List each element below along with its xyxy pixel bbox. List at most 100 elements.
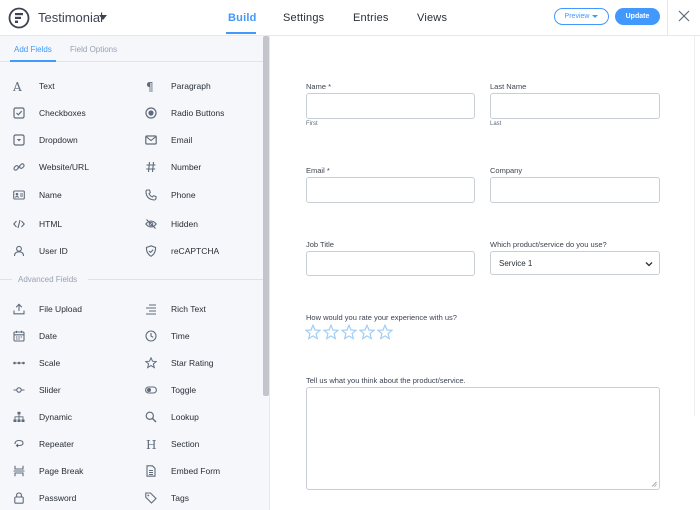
dropdown-icon [13,134,25,146]
company-input[interactable] [490,177,660,203]
field-user-id[interactable]: User ID [13,243,68,259]
field-name[interactable]: Name [13,187,62,203]
job-title-field-label: Job Title [306,240,334,249]
calendar-icon [13,330,25,342]
user-icon [13,245,25,257]
sidebar: Add Fields Field Options A Text ¶ Paragr… [0,36,270,510]
divider [88,279,263,280]
tags-icon [145,492,157,504]
svg-text:¶: ¶ [146,80,154,92]
feedback-textarea[interactable] [306,387,660,490]
link-icon [13,163,25,171]
star-icon[interactable] [341,324,357,340]
chevron-down-icon[interactable] [99,15,107,20]
tab-views[interactable]: Views [417,12,447,24]
rating-field-label: How would you rate your experience with … [306,313,457,322]
field-repeater[interactable]: Repeater [13,436,74,452]
field-label: Dynamic [39,412,73,422]
last-name-input[interactable] [490,93,660,119]
field-label: Section [171,439,200,449]
field-label: Password [39,493,77,503]
repeat-icon [14,439,24,448]
field-label: Paragraph [171,81,211,91]
field-number[interactable]: Number [145,159,201,175]
star-icon[interactable] [305,324,321,340]
field-paragraph[interactable]: ¶ Paragraph [145,78,211,94]
page-break-icon [13,465,25,477]
svg-text:A: A [13,80,22,92]
field-html[interactable]: HTML [13,216,62,232]
field-radio-buttons[interactable]: Radio Buttons [145,105,224,121]
update-button[interactable]: Update [615,8,660,25]
star-icon[interactable] [359,324,375,340]
advanced-fields-title: Advanced Fields [18,275,78,284]
tab-field-options[interactable]: Field Options [70,45,117,54]
sidebar-scrollbar[interactable] [263,36,269,396]
tab-add-fields[interactable]: Add Fields [14,45,52,54]
field-label: User ID [39,246,68,256]
field-checkboxes[interactable]: Checkboxes [13,105,86,121]
field-recaptcha[interactable]: reCAPTCHA [145,243,219,259]
field-section[interactable]: H Section [145,436,199,452]
field-tags[interactable]: Tags [145,490,189,506]
field-label: Radio Buttons [171,108,225,118]
paragraph-icon: ¶ [146,80,154,92]
field-label: Hidden [171,219,198,229]
field-text[interactable]: A Text [13,78,55,94]
field-scale[interactable]: Scale [13,355,60,371]
clock-icon [145,330,157,342]
field-website-url[interactable]: Website/URL [13,159,89,175]
hash-icon [146,161,156,173]
tab-build[interactable]: Build [228,12,257,24]
star-icon[interactable] [377,324,393,340]
formidable-logo-icon[interactable] [8,7,30,29]
field-dropdown[interactable]: Dropdown [13,132,78,148]
field-file-upload[interactable]: File Upload [13,301,82,317]
field-page-break[interactable]: Page Break [13,463,83,479]
field-date[interactable]: Date [13,328,57,344]
preview-button-label: Preview [564,13,590,20]
field-phone[interactable]: Phone [145,187,196,203]
field-label: Repeater [39,439,74,449]
field-label: Slider [39,385,61,395]
first-name-input[interactable] [306,93,475,119]
product-select[interactable]: Service 1 [490,251,660,275]
star-icon[interactable] [323,324,339,340]
form-scrollbar[interactable] [694,36,700,416]
email-input[interactable] [306,177,475,203]
lock-icon [14,492,24,504]
heading-icon: H [146,438,156,450]
tab-entries[interactable]: Entries [353,12,389,24]
divider [0,279,12,280]
close-icon[interactable] [676,8,692,24]
chevron-down-icon [592,15,599,18]
product-field-label: Which product/service do you use? [490,240,607,249]
job-title-input[interactable] [306,251,475,276]
field-dynamic[interactable]: Dynamic [13,409,72,425]
field-star-rating[interactable]: Star Rating [145,355,214,371]
field-hidden[interactable]: Hidden [145,216,198,232]
resize-handle-icon[interactable] [651,481,657,487]
field-toggle[interactable]: Toggle [145,382,196,398]
phone-icon [145,189,157,201]
divider [667,0,668,36]
toggle-icon [145,386,157,394]
field-time[interactable]: Time [145,328,190,344]
field-email[interactable]: Email [145,132,192,148]
align-right-icon [146,304,156,315]
field-embed-form[interactable]: Embed Form [145,463,220,479]
star-icon [145,357,157,369]
field-lookup[interactable]: Lookup [145,409,199,425]
preview-button[interactable]: Preview [554,8,609,25]
field-label: File Upload [39,304,82,314]
field-label: Lookup [171,412,199,422]
field-label: Date [39,331,57,341]
field-rich-text[interactable]: Rich Text [145,301,206,317]
tab-settings[interactable]: Settings [283,12,324,24]
field-label: Page Break [39,466,84,476]
dots-icon [13,361,25,365]
field-password[interactable]: Password [13,490,76,506]
field-label: Dropdown [39,135,78,145]
form-title[interactable]: Testimonial [38,10,103,25]
field-slider[interactable]: Slider [13,382,61,398]
